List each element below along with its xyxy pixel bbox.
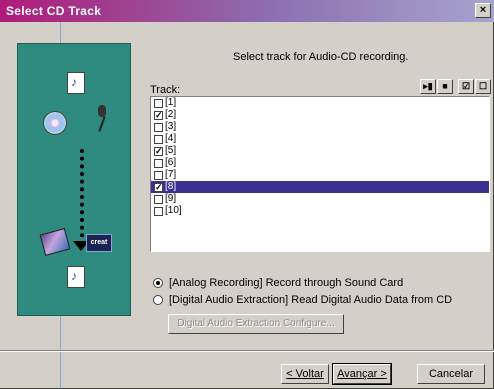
track-checkbox[interactable]	[154, 170, 163, 180]
track-checkbox[interactable]	[154, 122, 163, 132]
stop-icon: ■	[442, 81, 448, 91]
track-row[interactable]: [6]	[151, 157, 489, 169]
track-row[interactable]: [10]	[151, 205, 489, 217]
instruction-text: Select track for Audio-CD recording.	[233, 51, 409, 63]
sound-card-icon: creat	[86, 230, 112, 256]
select-all-button[interactable]: ☑	[458, 79, 474, 94]
separator	[0, 350, 494, 352]
track-checkbox[interactable]	[154, 194, 163, 204]
track-label: [7]	[165, 169, 177, 180]
title-bar: Select CD Track ×	[0, 0, 494, 22]
track-label: [2]	[165, 109, 177, 120]
close-button[interactable]: ×	[475, 3, 491, 18]
select-cd-track-dialog: Select CD Track × creat Select track for…	[0, 0, 494, 389]
next-button[interactable]: Avançar >	[332, 363, 392, 385]
track-row[interactable]: [1]	[151, 97, 489, 109]
track-row[interactable]: ✓ [8]	[151, 181, 489, 193]
select-all-icon: ☑	[461, 81, 471, 91]
track-label: [1]	[165, 97, 177, 108]
music-document-icon	[63, 70, 89, 96]
digital-extraction-option[interactable]: [Digital Audio Extraction] Read Digital …	[153, 294, 452, 306]
track-checkbox[interactable]: ✓	[154, 110, 163, 120]
tools-icon	[39, 228, 71, 256]
close-icon: ×	[479, 4, 487, 16]
track-checkbox[interactable]	[154, 134, 163, 144]
track-row[interactable]: [7]	[151, 169, 489, 181]
cancel-button[interactable]: Cancelar	[417, 364, 485, 384]
track-label: [3]	[165, 121, 177, 132]
back-button-label: < Voltar	[286, 368, 324, 380]
track-list[interactable]: [1] ✓ [2] [3] [4] ✓ [5] [6] [7] ✓ [8] [9] [10]	[150, 96, 490, 252]
back-button[interactable]: < Voltar	[281, 364, 329, 384]
track-label: [5]	[165, 145, 177, 156]
track-label: [4]	[165, 133, 177, 144]
track-label: [9]	[165, 193, 177, 204]
track-label: [6]	[165, 157, 177, 168]
track-checkbox[interactable]: ✓	[154, 182, 163, 192]
track-checkbox[interactable]	[154, 206, 163, 216]
digital-radio[interactable]	[153, 295, 163, 305]
deselect-all-icon: ☐	[478, 81, 488, 91]
digital-option-label: [Digital Audio Extraction] Read Digital …	[169, 294, 453, 306]
analog-radio[interactable]	[153, 278, 163, 288]
play-pause-button[interactable]: ▸▮	[420, 79, 436, 94]
track-list-label: Track:	[150, 84, 181, 96]
track-row[interactable]: [9]	[151, 193, 489, 205]
wizard-illustration: creat	[17, 43, 131, 316]
track-checkbox[interactable]	[154, 98, 163, 108]
analog-option-label: [Analog Recording] Record through Sound …	[169, 277, 404, 289]
track-row[interactable]: [3]	[151, 121, 489, 133]
track-label: [8]	[165, 181, 177, 192]
next-button-label: Avançar >	[337, 368, 387, 380]
track-label: [10]	[165, 205, 182, 216]
stop-button[interactable]: ■	[437, 79, 453, 94]
track-checkbox[interactable]	[154, 158, 163, 168]
cancel-button-label: Cancelar	[428, 368, 474, 380]
deselect-all-button[interactable]: ☐	[475, 79, 491, 94]
track-row[interactable]: [4]	[151, 133, 489, 145]
play-pause-icon: ▸▮	[423, 81, 433, 91]
microphone-icon	[88, 105, 114, 132]
music-document-output-icon	[63, 264, 89, 290]
track-row[interactable]: ✓ [2]	[151, 109, 489, 121]
audio-cd-icon	[42, 110, 68, 136]
window-title: Select CD Track	[6, 4, 102, 18]
track-checkbox[interactable]: ✓	[154, 146, 163, 156]
track-row[interactable]: ✓ [5]	[151, 145, 489, 157]
configure-extraction-button[interactable]: Digital Audio Extraction Configure...	[168, 314, 344, 334]
analog-recording-option[interactable]: [Analog Recording] Record through Sound …	[153, 277, 403, 289]
